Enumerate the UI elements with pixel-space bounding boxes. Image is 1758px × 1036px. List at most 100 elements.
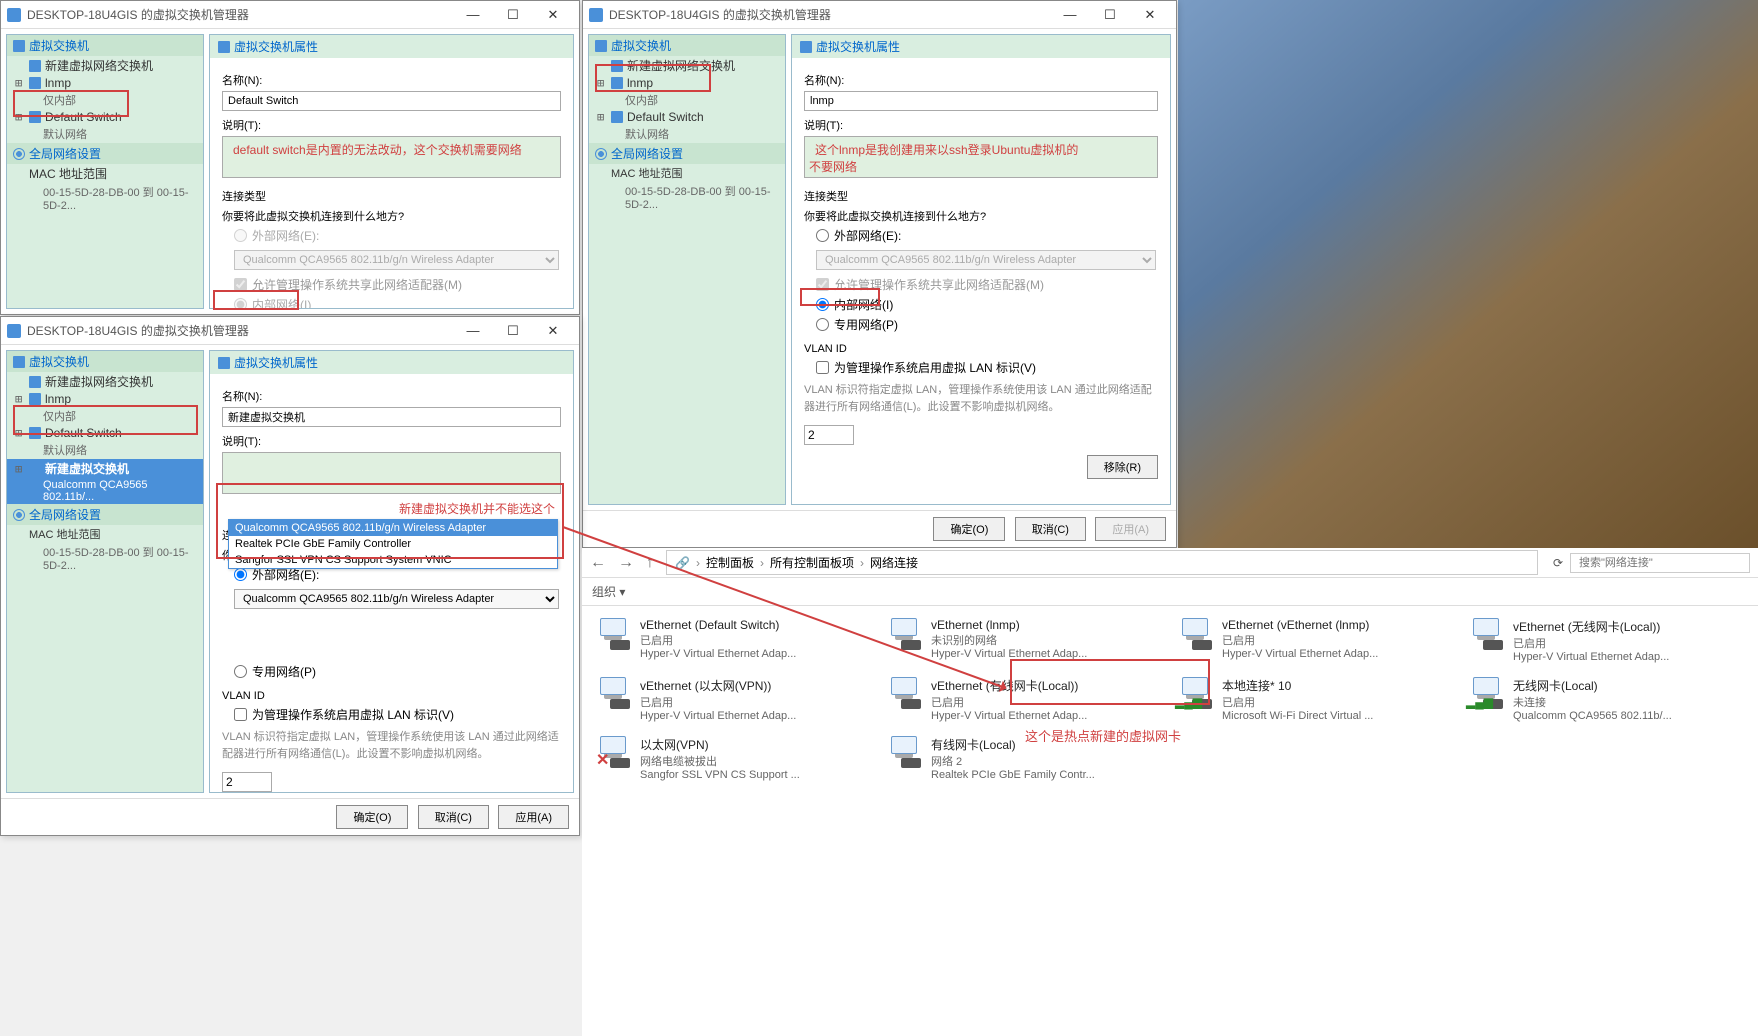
desktop-wallpaper <box>1178 0 1758 560</box>
vlan-check[interactable] <box>234 708 247 721</box>
network-item[interactable]: ▂▄▆ 本地连接* 10 已启用 Microsoft Wi-Fi Direct … <box>1174 673 1457 726</box>
network-item[interactable]: vEthernet (以太网(VPN)) 已启用 Hyper-V Virtual… <box>592 673 875 726</box>
expand-icon[interactable]: ⊞ <box>15 426 25 440</box>
vlan-input[interactable] <box>222 772 272 792</box>
expand-icon[interactable]: ⊞ <box>15 110 25 124</box>
apply-button[interactable]: 应用(A) <box>498 805 569 829</box>
switch-icon <box>29 463 41 475</box>
tree-item-internal-only[interactable]: 仅内部 <box>589 91 785 109</box>
adapter-name: vEthernet (vEthernet (lnmp) <box>1222 618 1453 632</box>
tree-item-qualcomm[interactable]: Qualcomm QCA9565 802.11b/... <box>7 478 203 504</box>
expand-icon[interactable]: ⊞ <box>15 392 25 406</box>
ext-net-radio[interactable] <box>234 568 247 581</box>
titlebar[interactable]: DESKTOP-18U4GIS 的虚拟交换机管理器 — ☐ ✕ <box>1 1 579 29</box>
tree-item-internal-only[interactable]: 仅内部 <box>7 91 203 109</box>
maximize-button[interactable]: ☐ <box>1090 1 1130 28</box>
tree-item-new-switch[interactable]: 新建虚拟网络交换机 <box>589 56 785 75</box>
forward-button[interactable]: → <box>618 554 634 572</box>
name-input[interactable] <box>804 91 1158 111</box>
titlebar[interactable]: DESKTOP-18U4GIS 的虚拟交换机管理器 — ☐ ✕ <box>1 317 579 345</box>
tree-item-default-net[interactable]: 默认网络 <box>589 125 785 143</box>
tree-section-vswitch[interactable]: 虚拟交换机 <box>7 35 203 56</box>
vlan-check[interactable] <box>816 361 829 374</box>
adapter-select[interactable]: Qualcomm QCA9565 802.11b/g/n Wireless Ad… <box>234 589 559 609</box>
crumb[interactable]: 控制面板 <box>706 554 754 571</box>
desc-box[interactable] <box>222 452 561 494</box>
int-net-radio[interactable] <box>816 298 829 311</box>
adapter-status: 未识别的网络 <box>931 632 1162 648</box>
expand-icon[interactable]: ⊞ <box>15 462 25 476</box>
tree-item-default-net[interactable]: 默认网络 <box>7 441 203 459</box>
tree-item-mac-range[interactable]: MAC 地址范围 <box>7 164 203 183</box>
pri-net-radio[interactable] <box>816 318 829 331</box>
desc-box[interactable]: 这个lnmp是我创建用来以ssh登录Ubuntu虚拟机的 不要网络 <box>804 136 1158 178</box>
tree-item-default-net[interactable]: 默认网络 <box>7 125 203 143</box>
tree-section-global[interactable]: 全局网络设置 <box>7 504 203 525</box>
pri-net-radio[interactable] <box>234 665 247 678</box>
minimize-button[interactable]: — <box>1050 1 1090 28</box>
adapter-name: 以太网(VPN) <box>640 736 871 753</box>
tree-item-lnmp[interactable]: ⊞lnmp <box>589 75 785 91</box>
name-input[interactable] <box>222 91 561 111</box>
network-item[interactable]: ▂▄▆ 无线网卡(Local) 未连接 Qualcomm QCA9565 802… <box>1465 673 1748 726</box>
expand-icon[interactable]: ⊞ <box>597 76 607 90</box>
desc-box[interactable]: default switch是内置的无法改动，这个交换机需要网络 <box>222 136 561 178</box>
adapter-icon <box>1469 618 1507 650</box>
refresh-button[interactable]: ⟳ <box>1546 556 1570 570</box>
window-title: DESKTOP-18U4GIS 的虚拟交换机管理器 <box>27 6 453 23</box>
tree-item-default-switch[interactable]: ⊞Default Switch <box>7 109 203 125</box>
maximize-button[interactable]: ☐ <box>493 317 533 344</box>
close-button[interactable]: ✕ <box>533 1 573 28</box>
prop-header: 虚拟交换机属性 <box>792 35 1170 58</box>
ok-button[interactable]: 确定(O) <box>336 805 408 829</box>
breadcrumb[interactable]: 🔗 › 控制面板 › 所有控制面板项 › 网络连接 <box>666 550 1538 575</box>
cancel-button[interactable]: 取消(C) <box>418 805 489 829</box>
tree-section-global[interactable]: 全局网络设置 <box>589 143 785 164</box>
tree-item-mac-range[interactable]: MAC 地址范围 <box>7 525 203 543</box>
back-button[interactable]: ← <box>590 554 606 572</box>
tree-item-new-switch[interactable]: 新建虚拟网络交换机 <box>7 372 203 391</box>
cancel-button[interactable]: 取消(C) <box>1015 517 1086 541</box>
tree-section-vswitch[interactable]: 虚拟交换机 <box>589 35 785 56</box>
network-item[interactable]: ✕ 以太网(VPN) 网络电缆被拔出 Sangfor SSL VPN CS Su… <box>592 732 875 785</box>
tree-item-internal-only[interactable]: 仅内部 <box>7 407 203 425</box>
network-item[interactable]: vEthernet (无线网卡(Local)) 已启用 Hyper-V Virt… <box>1465 614 1748 667</box>
adapter-dropdown[interactable]: Qualcomm QCA9565 802.11b/g/n Wireless Ad… <box>228 519 558 569</box>
remove-button[interactable]: 移除(R) <box>1087 455 1158 479</box>
dropdown-item[interactable]: Qualcomm QCA9565 802.11b/g/n Wireless Ad… <box>229 520 557 536</box>
close-button[interactable]: ✕ <box>533 317 573 344</box>
minimize-button[interactable]: — <box>453 1 493 28</box>
ext-net-radio[interactable] <box>816 229 829 242</box>
name-label: 名称(N): <box>804 72 1158 88</box>
name-input[interactable] <box>222 407 561 427</box>
dropdown-item[interactable]: Sangfor SSL VPN CS Support System VNIC <box>229 552 557 568</box>
tree-item-mac-range[interactable]: MAC 地址范围 <box>589 164 785 182</box>
network-item[interactable]: vEthernet (Default Switch) 已启用 Hyper-V V… <box>592 614 875 667</box>
tree-section-global[interactable]: 全局网络设置 <box>7 143 203 164</box>
close-button[interactable]: ✕ <box>1130 1 1170 28</box>
tree-item-default-switch[interactable]: ⊞Default Switch <box>589 109 785 125</box>
organize-menu[interactable]: 组织 ▾ <box>592 583 625 600</box>
minimize-button[interactable]: — <box>453 317 493 344</box>
vlan-input[interactable] <box>804 425 854 445</box>
switch-icon <box>800 41 812 53</box>
tree-section-vswitch[interactable]: 虚拟交换机 <box>7 351 203 372</box>
adapter-select: Qualcomm QCA9565 802.11b/g/n Wireless Ad… <box>234 250 559 270</box>
search-input[interactable] <box>1570 553 1750 573</box>
ok-button[interactable]: 确定(O) <box>933 517 1005 541</box>
dropdown-item[interactable]: Realtek PCIe GbE Family Controller <box>229 536 557 552</box>
expand-icon[interactable]: ⊞ <box>597 110 607 124</box>
tree-item-new-vswitch-sel[interactable]: ⊞新建虚拟交换机 <box>7 459 203 478</box>
tree-item-lnmp[interactable]: ⊞lnmp <box>7 391 203 407</box>
network-item[interactable]: vEthernet (vEthernet (lnmp) 已启用 Hyper-V … <box>1174 614 1457 667</box>
titlebar[interactable]: DESKTOP-18U4GIS 的虚拟交换机管理器 — ☐ ✕ <box>583 1 1176 29</box>
crumb[interactable]: 网络连接 <box>870 554 918 571</box>
maximize-button[interactable]: ☐ <box>493 1 533 28</box>
crumb[interactable]: 所有控制面板项 <box>770 554 854 571</box>
tree-item-default-switch[interactable]: ⊞Default Switch <box>7 425 203 441</box>
apply-button[interactable]: 应用(A) <box>1095 517 1166 541</box>
expand-icon[interactable]: ⊞ <box>15 76 25 90</box>
tree-item-lnmp[interactable]: ⊞lnmp <box>7 75 203 91</box>
tree-item-new-switch[interactable]: 新建虚拟网络交换机 <box>7 56 203 75</box>
network-item[interactable]: vEthernet (有线网卡(Local)) 已启用 Hyper-V Virt… <box>883 673 1166 726</box>
